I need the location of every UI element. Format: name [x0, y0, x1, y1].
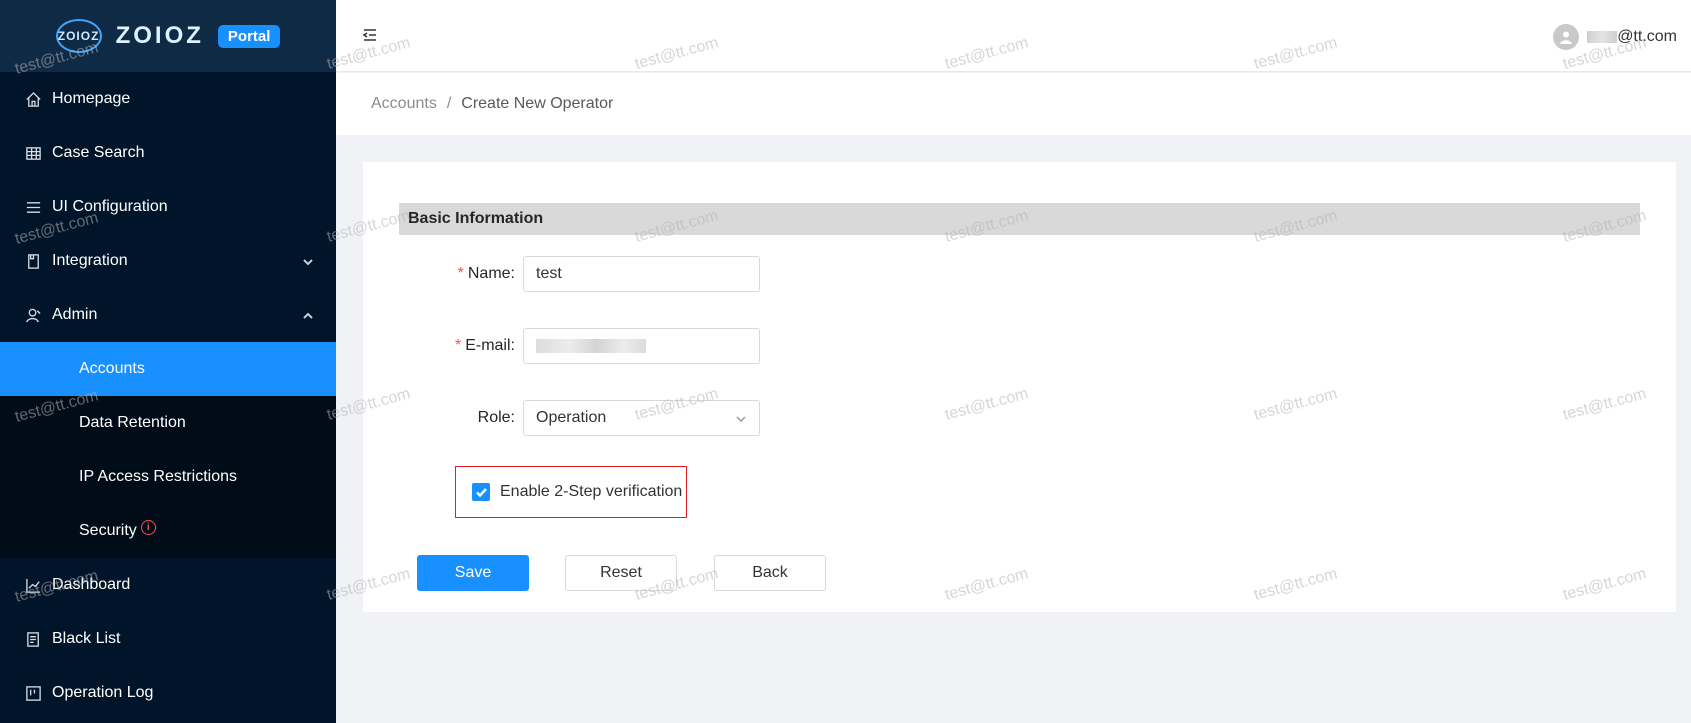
breadcrumb-accounts-link[interactable]: Accounts	[371, 95, 437, 113]
sidebar-item-label: Accounts	[79, 360, 145, 377]
breadcrumb-current: Create New Operator	[461, 95, 614, 112]
chevron-down-icon[interactable]	[302, 255, 314, 267]
logo-bar: ZOIOZ ZOIOZ Portal	[0, 0, 336, 72]
sidebar-item-black-list[interactable]: Black List	[0, 612, 336, 666]
two-step-checkbox[interactable]	[472, 483, 490, 501]
logo-mark-icon: ZOIOZ	[55, 19, 102, 53]
name-row: * Name: test	[363, 256, 760, 292]
info-icon: i	[140, 519, 156, 535]
sidebar-item-data-retention[interactable]: Data Retention	[0, 396, 336, 450]
log-icon	[24, 684, 42, 702]
sidebar: ZOIOZ ZOIOZ Portal Homepage Case Search …	[0, 0, 336, 723]
required-mark: *	[457, 265, 464, 282]
user-email: @tt.com	[1587, 28, 1677, 46]
admin-submenu: Accounts Data Retention IP Access Restri…	[0, 342, 336, 558]
sidebar-item-label: IP Access Restrictions	[79, 468, 237, 485]
chart-icon	[24, 576, 42, 594]
sidebar-item-label: Admin	[52, 306, 98, 323]
section-title: Basic Information	[399, 203, 1640, 235]
sidebar-menu: Homepage Case Search UI Configuration In…	[0, 72, 336, 720]
logo-text: ZOIOZ	[115, 22, 204, 49]
email-label: * E-mail:	[454, 337, 515, 354]
sidebar-item-case-search[interactable]: Case Search	[0, 126, 336, 180]
top-header: @tt.com	[336, 0, 1691, 72]
table-icon	[24, 144, 42, 162]
home-icon	[24, 90, 42, 108]
role-select[interactable]: Operation	[523, 400, 760, 436]
form-card: Basic Information * Name: test * E-mail: R…	[363, 162, 1676, 612]
role-label: Role:	[477, 409, 515, 426]
portal-badge: Portal	[217, 24, 281, 48]
sidebar-item-admin[interactable]: Admin	[0, 288, 336, 342]
role-row: Role: Operation	[363, 400, 760, 436]
email-input[interactable]	[523, 328, 760, 364]
save-button[interactable]: Save	[417, 555, 529, 591]
sidebar-item-ip-access-restrictions[interactable]: IP Access Restrictions	[0, 450, 336, 504]
sidebar-item-label: Dashboard	[52, 576, 131, 593]
back-button[interactable]: Back	[714, 555, 826, 591]
sidebar-item-label: Homepage	[52, 90, 131, 107]
breadcrumb: Accounts / Create New Operator	[336, 73, 1691, 135]
check-icon	[475, 487, 487, 497]
menu-fold-icon[interactable]	[362, 27, 378, 43]
sidebar-item-label: Security	[79, 522, 137, 539]
sidebar-item-operation-log[interactable]: Operation Log	[0, 666, 336, 720]
sidebar-item-accounts[interactable]: Accounts	[0, 342, 336, 396]
reset-button[interactable]: Reset	[565, 555, 677, 591]
name-label: * Name:	[457, 265, 515, 282]
sidebar-item-ui-configuration[interactable]: UI Configuration	[0, 180, 336, 234]
chevron-down-icon	[735, 412, 747, 424]
role-select-value: Operation	[536, 409, 607, 426]
user-menu[interactable]: @tt.com	[1553, 24, 1677, 50]
avatar-icon	[1553, 24, 1580, 50]
doc-icon	[24, 630, 42, 648]
name-input[interactable]: test	[523, 256, 760, 292]
chevron-up-icon[interactable]	[302, 309, 314, 321]
two-step-highlight: Enable 2-Step verification	[455, 466, 687, 518]
two-step-label[interactable]: Enable 2-Step verification	[500, 483, 682, 501]
sidebar-item-label: Black List	[52, 630, 121, 647]
sidebar-item-integration[interactable]: Integration	[0, 234, 336, 288]
user-icon	[24, 306, 42, 324]
list-icon	[24, 198, 42, 216]
file-icon	[24, 252, 42, 270]
breadcrumb-separator: /	[446, 95, 452, 112]
sidebar-item-security[interactable]: Security i	[0, 504, 336, 558]
sidebar-item-label: Case Search	[52, 144, 145, 161]
sidebar-item-label: Operation Log	[52, 684, 154, 701]
required-mark: *	[454, 337, 462, 354]
email-row: * E-mail:	[363, 328, 760, 364]
sidebar-item-dashboard[interactable]: Dashboard	[0, 558, 336, 612]
sidebar-item-label: UI Configuration	[52, 198, 168, 215]
redacted-username	[1587, 30, 1618, 43]
sidebar-item-homepage[interactable]: Homepage	[0, 72, 336, 126]
sidebar-item-label: Integration	[52, 252, 128, 269]
redacted-email	[536, 339, 646, 353]
sidebar-item-label: Data Retention	[79, 414, 186, 431]
